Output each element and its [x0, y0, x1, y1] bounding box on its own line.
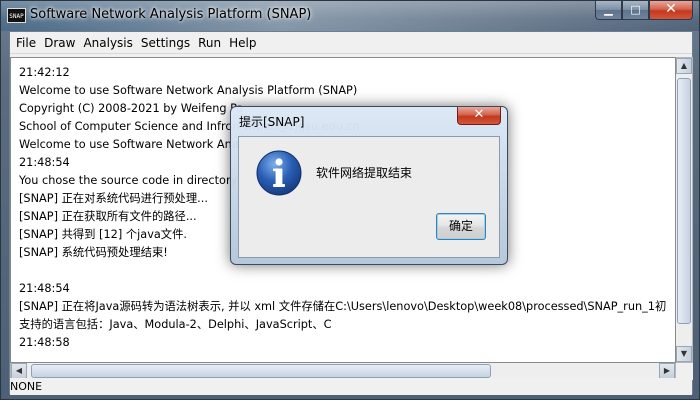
menu-run[interactable]: Run	[194, 32, 225, 54]
info-icon	[256, 150, 302, 196]
menu-bar: File Draw Analysis Settings Run Help	[10, 32, 692, 54]
scroll-down-arrow-icon[interactable]: ▼	[676, 346, 692, 362]
close-button[interactable]: ✕	[649, 1, 693, 20]
dialog-close-button[interactable]: ✕	[457, 107, 501, 125]
log-line: 21:48:54	[19, 282, 70, 295]
window-title: Software Network Analysis Platform (SNAP…	[30, 7, 312, 22]
message-dialog: 提示[SNAP] ✕ 软件网络提取结束 确定	[230, 106, 508, 265]
maximize-button[interactable]: □	[622, 1, 649, 20]
menu-draw[interactable]: Draw	[40, 32, 79, 54]
menu-help[interactable]: Help	[225, 32, 260, 54]
log-line: Welcome to use Software Network Analysis…	[19, 84, 358, 97]
log-line: [SNAP] 正在将Java源码转为语法树表示, 并以 xml 文件存储在C:\…	[19, 300, 667, 313]
app-logo-icon: SNAP	[7, 8, 26, 23]
window-controls: ▁ □ ✕	[595, 1, 693, 21]
menu-file[interactable]: File	[12, 32, 40, 54]
log-line: 21:42:12	[19, 66, 70, 79]
scroll-right-arrow-icon[interactable]: ▶	[659, 363, 675, 379]
log-line: 21:48:58	[19, 336, 70, 349]
vertical-scrollbar[interactable]: ▲ ▼	[676, 57, 693, 363]
dialog-message: 软件网络提取结束	[316, 166, 413, 180]
maximize-icon: □	[630, 3, 641, 16]
menu-settings[interactable]: Settings	[137, 32, 194, 54]
close-icon: ✕	[665, 1, 677, 17]
log-line: 支持的语言包括：Java、Modula-2、Delphi、JavaScript、…	[19, 318, 332, 331]
horizontal-scroll-thumb[interactable]	[31, 364, 491, 378]
menu-analysis[interactable]: Analysis	[79, 32, 136, 54]
minimize-button[interactable]: ▁	[595, 1, 622, 20]
scroll-up-arrow-icon[interactable]: ▲	[676, 58, 692, 74]
dialog-body: 软件网络提取结束 确定	[238, 136, 500, 258]
ok-button[interactable]: 确定	[436, 213, 486, 240]
close-icon: ✕	[473, 107, 485, 122]
scroll-left-arrow-icon[interactable]: ◀	[11, 363, 27, 379]
title-bar[interactable]: SNAP Software Network Analysis Platform …	[1, 1, 699, 31]
status-bar: NONE	[10, 378, 692, 395]
dialog-title[interactable]: 提示[SNAP]	[239, 113, 304, 130]
vertical-scroll-thumb[interactable]	[677, 78, 691, 324]
minimize-icon: ▁	[604, 3, 613, 16]
